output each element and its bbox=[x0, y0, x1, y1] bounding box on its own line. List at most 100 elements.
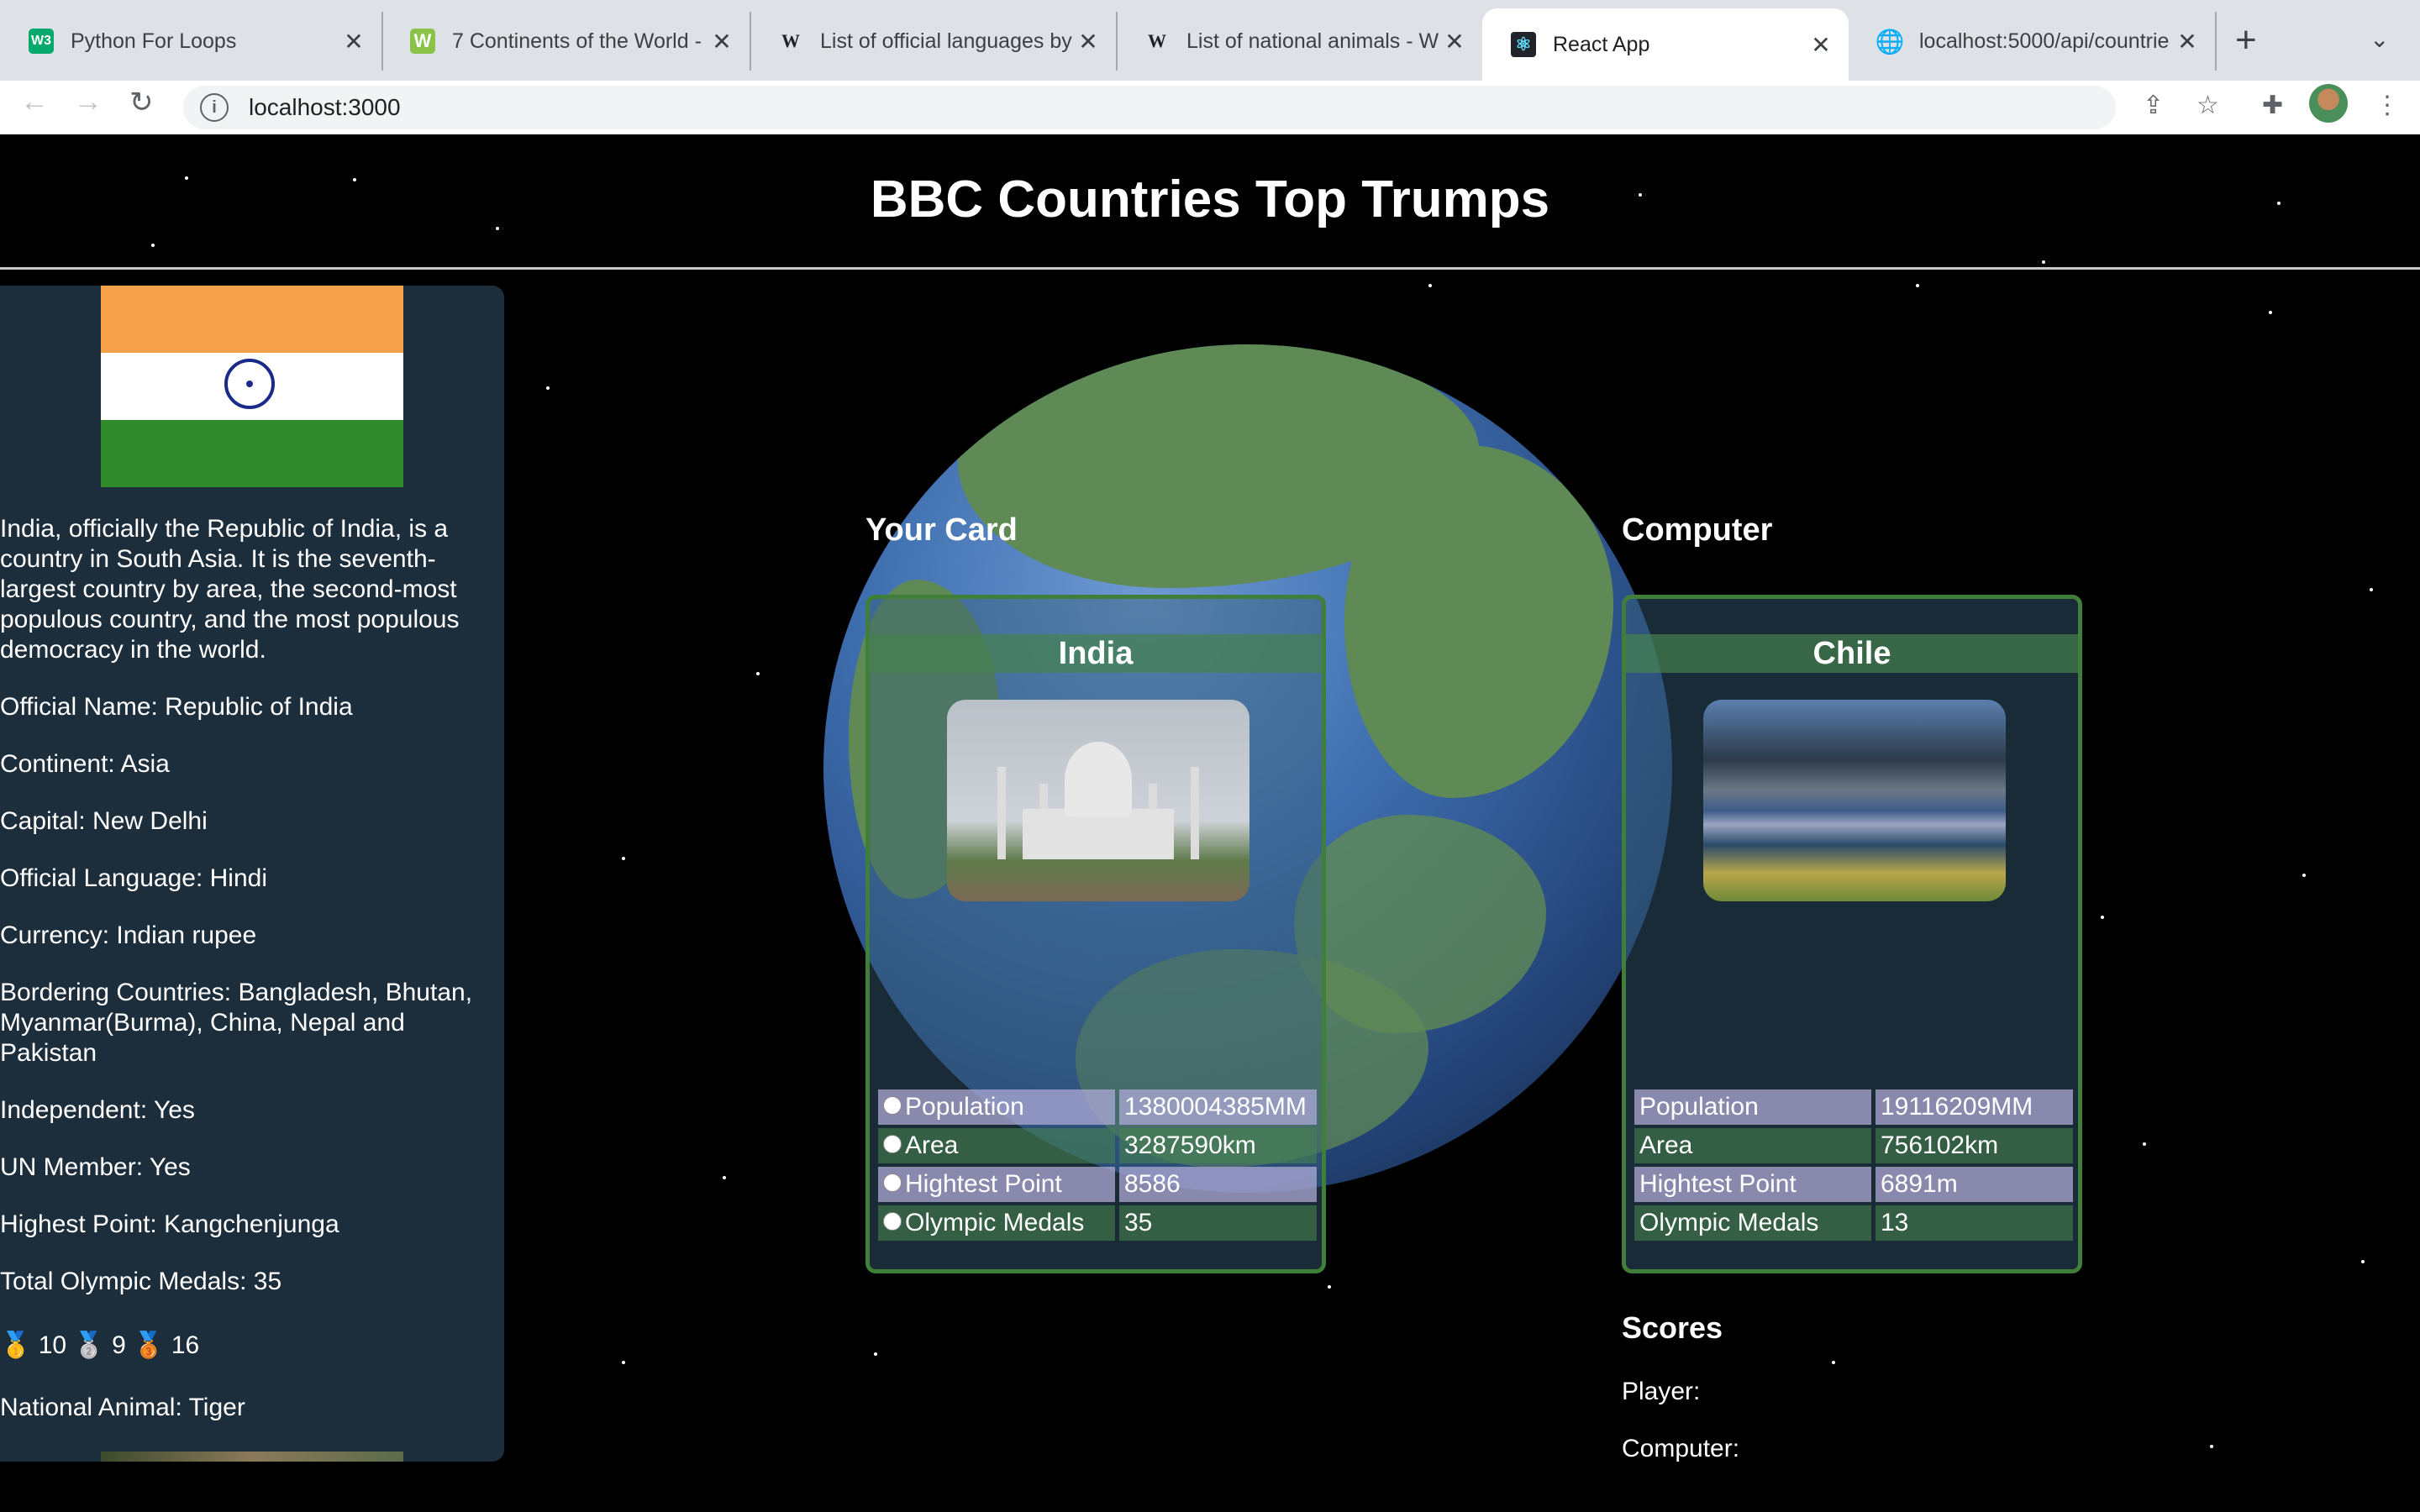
tab-react-app[interactable]: ⚛ React App ✕ bbox=[1482, 8, 1849, 81]
star bbox=[151, 244, 155, 247]
page-title: BBC Countries Top Trumps bbox=[870, 171, 1550, 228]
computer-card: Chile Population 19116209MM Area 756102k… bbox=[1622, 595, 2082, 1273]
close-tab-icon[interactable]: ✕ bbox=[2175, 28, 2200, 55]
bronze-medal-icon: 🥉 bbox=[133, 1331, 165, 1359]
stat-value: 756102km bbox=[1876, 1128, 2073, 1163]
ashoka-chakra-icon bbox=[224, 359, 275, 409]
stat-row-area: Area 756102km bbox=[1634, 1128, 2073, 1163]
browser-chrome: W3 Python For Loops ✕ W 7 Continents of … bbox=[0, 0, 2420, 135]
star bbox=[622, 1361, 625, 1364]
stat-label: Area bbox=[905, 1131, 959, 1159]
stat-label: Population bbox=[905, 1093, 1024, 1121]
close-tab-icon[interactable]: ✕ bbox=[1808, 31, 1833, 59]
close-tab-icon[interactable]: ✕ bbox=[709, 28, 734, 55]
forward-arrow-icon[interactable]: → bbox=[74, 86, 103, 118]
close-tab-icon[interactable]: ✕ bbox=[1076, 28, 1101, 55]
new-tab-button[interactable]: + bbox=[2235, 22, 2257, 59]
wikipedia-icon: W bbox=[781, 30, 800, 51]
tab-national-animals[interactable]: W List of national animals - W ✕ bbox=[1116, 12, 1482, 71]
un-member: UN Member: Yes bbox=[0, 1153, 191, 1181]
gold-medal-count: 10 bbox=[38, 1331, 67, 1359]
india-flag bbox=[101, 286, 403, 487]
stat-row-area[interactable]: Area 3287590km bbox=[878, 1128, 1317, 1163]
computer-score: Computer: bbox=[1622, 1435, 1740, 1462]
taj-mahal-image bbox=[947, 700, 1249, 901]
official-name: Official Name: Republic of India bbox=[0, 693, 353, 721]
star bbox=[2302, 874, 2306, 877]
stat-value: 1380004385MM bbox=[1119, 1089, 1317, 1125]
tab-title: List of official languages by bbox=[820, 29, 1072, 53]
tab-continents[interactable]: W 7 Continents of the World - ✕ bbox=[381, 12, 751, 71]
toolbar: ← → ↻ i localhost:3000 ⇪ ☆ ✚ ⋮ bbox=[0, 81, 2420, 135]
stat-label-cell[interactable]: Olympic Medals bbox=[878, 1205, 1115, 1241]
star bbox=[756, 672, 760, 675]
star bbox=[2361, 1260, 2365, 1263]
stat-label-cell[interactable]: Area bbox=[878, 1128, 1115, 1163]
scores-title: Scores bbox=[1622, 1310, 1723, 1345]
tab-strip: W3 Python For Loops ✕ W 7 Continents of … bbox=[0, 0, 2420, 81]
stat-label-cell[interactable]: Hightest Point bbox=[878, 1167, 1115, 1202]
stat-row-olympic-medals[interactable]: Olympic Medals 35 bbox=[878, 1205, 1317, 1241]
stat-value: 8586 bbox=[1119, 1167, 1317, 1202]
reload-icon[interactable]: ↻ bbox=[129, 86, 154, 119]
stat-row-population[interactable]: Population 1380004385MM bbox=[878, 1089, 1317, 1125]
computer-stats-table: Population 19116209MM Area 756102km High… bbox=[1630, 1086, 2077, 1244]
star bbox=[546, 386, 550, 390]
stat-radio[interactable] bbox=[883, 1135, 902, 1154]
stat-label: Hightest Point bbox=[1634, 1167, 1871, 1202]
close-tab-icon[interactable]: ✕ bbox=[1442, 28, 1467, 55]
close-tab-icon[interactable]: ✕ bbox=[341, 28, 366, 55]
official-language: Official Language: Hindi bbox=[0, 864, 267, 892]
chevron-down-icon[interactable]: ⌄ bbox=[2370, 25, 2389, 53]
stat-label-cell[interactable]: Population bbox=[878, 1089, 1115, 1125]
site-info-icon[interactable]: i bbox=[200, 93, 229, 122]
tab-api-countries[interactable]: 🌐 localhost:5000/api/countrie ✕ bbox=[1849, 12, 2217, 71]
continent: Continent: Asia bbox=[0, 750, 170, 778]
tab-title: React App bbox=[1553, 32, 1650, 56]
stat-radio[interactable] bbox=[883, 1212, 902, 1231]
country-description: India, officially the Republic of India,… bbox=[0, 515, 460, 664]
tab-python-for-loops[interactable]: W3 Python For Loops ✕ bbox=[0, 12, 383, 71]
address-bar[interactable]: i localhost:3000 bbox=[183, 86, 2116, 129]
tab-official-languages[interactable]: W List of official languages by ✕ bbox=[750, 12, 1118, 71]
bookmark-star-icon[interactable]: ☆ bbox=[2196, 91, 2219, 120]
olympic-medals-total: Total Olympic Medals: 35 bbox=[0, 1268, 282, 1295]
national-animal: National Animal: Tiger bbox=[0, 1394, 245, 1421]
stat-value: 13 bbox=[1876, 1205, 2073, 1241]
star bbox=[2101, 916, 2104, 919]
menu-kebab-icon[interactable]: ⋮ bbox=[2375, 91, 2400, 120]
star bbox=[2269, 311, 2272, 314]
star bbox=[2370, 588, 2373, 591]
stat-row-highest-point[interactable]: Hightest Point 8586 bbox=[878, 1167, 1317, 1202]
stat-value: 3287590km bbox=[1119, 1128, 1317, 1163]
silver-medal-icon: 🥈 bbox=[73, 1331, 105, 1359]
extensions-puzzle-icon[interactable]: ✚ bbox=[2262, 91, 2283, 120]
capital: Capital: New Delhi bbox=[0, 807, 208, 835]
back-arrow-icon[interactable]: ← bbox=[20, 86, 49, 118]
stat-radio[interactable] bbox=[883, 1096, 902, 1116]
tab-title: 7 Continents of the World - bbox=[452, 29, 702, 53]
card-country-name: Chile bbox=[1626, 634, 2078, 673]
globe-landmass bbox=[1344, 445, 1613, 798]
star bbox=[1428, 284, 1432, 287]
independent: Independent: Yes bbox=[0, 1096, 195, 1124]
react-icon: ⚛ bbox=[1511, 32, 1536, 57]
stat-label: Hightest Point bbox=[905, 1170, 1062, 1198]
share-icon[interactable]: ⇪ bbox=[2143, 91, 2164, 120]
stat-label: Area bbox=[1634, 1128, 1871, 1163]
tab-title: localhost:5000/api/countrie bbox=[1919, 29, 2170, 53]
star bbox=[1916, 284, 1919, 287]
card-country-name: India bbox=[870, 634, 1322, 673]
player-score: Player: bbox=[1622, 1378, 1701, 1405]
stat-label: Olympic Medals bbox=[905, 1209, 1085, 1236]
w3schools-icon: W3 bbox=[29, 29, 54, 54]
stat-radio[interactable] bbox=[883, 1173, 902, 1193]
url-text[interactable]: localhost:3000 bbox=[249, 94, 401, 121]
computer-label: Computer bbox=[1622, 512, 1773, 548]
stat-value: 6891m bbox=[1876, 1167, 2073, 1202]
tab-title: List of national animals - W bbox=[1186, 29, 1439, 53]
player-stats-table: Population 1380004385MM Area 3287590km H… bbox=[874, 1086, 1321, 1244]
stat-label: Olympic Medals bbox=[1634, 1205, 1871, 1241]
profile-avatar[interactable] bbox=[2309, 84, 2348, 123]
tiger-image bbox=[101, 1452, 403, 1462]
